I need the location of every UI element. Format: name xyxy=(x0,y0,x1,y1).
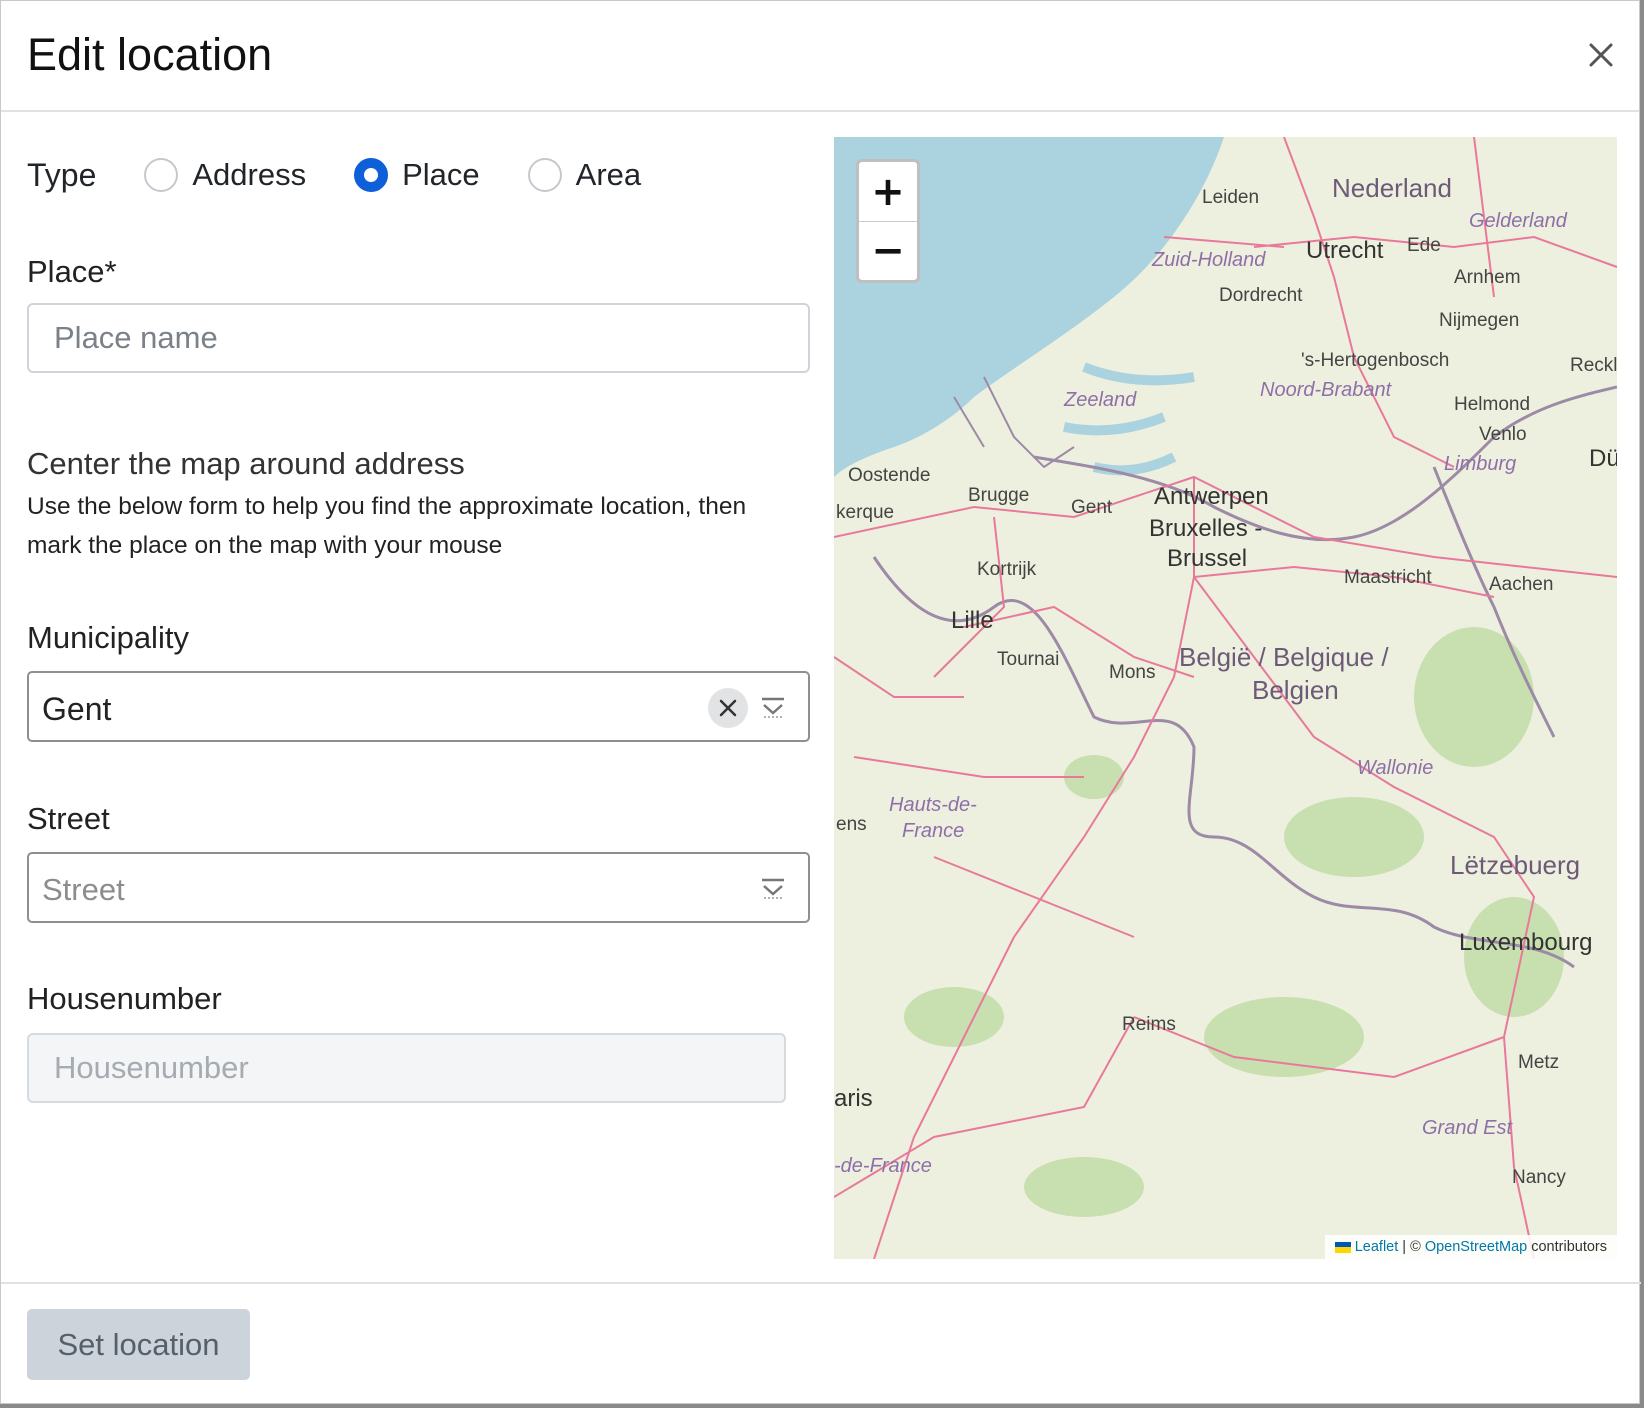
municipality-value: Gent xyxy=(42,691,112,727)
map-label-noord-brabant: Noord-Brabant xyxy=(1260,379,1392,401)
map-label-bruxelles: Bruxelles - xyxy=(1149,515,1263,542)
clear-municipality-button[interactable] xyxy=(708,688,748,728)
map-label-kerque: kerque xyxy=(836,502,895,523)
chevron-down-icon[interactable] xyxy=(760,876,786,902)
type-option-area[interactable]: Area xyxy=(527,157,642,193)
map-label-nijmegen: Nijmegen xyxy=(1439,310,1520,331)
map-label-oostende: Oostende xyxy=(848,465,931,486)
modal-title: Edit location xyxy=(27,29,273,80)
address-radio[interactable] xyxy=(144,158,179,192)
map-label-grand-est: Grand Est xyxy=(1422,1117,1513,1139)
map-label-antwerpen: Antwerpen xyxy=(1154,483,1269,510)
map-label-hauts-de: Hauts-de- xyxy=(889,794,977,816)
modal-header: Edit location xyxy=(1,1,1639,112)
place-radio-label: Place xyxy=(402,157,480,192)
map-label-maastricht: Maastricht xyxy=(1344,567,1432,588)
type-option-place[interactable]: Place xyxy=(354,157,480,193)
street-label: Street xyxy=(27,801,110,836)
map-label-ede: Ede xyxy=(1407,235,1441,256)
map-label-belgie: België / Belgique / xyxy=(1179,642,1389,672)
clear-icon xyxy=(719,699,737,717)
map-label-arnhem: Arnhem xyxy=(1454,267,1521,288)
map-label-du: Dü xyxy=(1589,445,1617,472)
map-label-reims: Reims xyxy=(1122,1014,1176,1035)
map-label-brugge: Brugge xyxy=(968,485,1030,506)
map-label-metz: Metz xyxy=(1518,1052,1560,1073)
type-selector: Type Address Place Area xyxy=(27,150,689,200)
map-label-de-france: -de-France xyxy=(834,1155,932,1177)
map-attribution: Leaflet | © OpenStreetMap contributors xyxy=(1324,1235,1617,1259)
map-label-brussel: Brussel xyxy=(1167,545,1248,572)
map-label-reckl: Reckl xyxy=(1570,355,1617,376)
street-select[interactable]: Street xyxy=(27,852,810,923)
leaflet-link[interactable]: Leaflet xyxy=(1355,1239,1399,1255)
municipality-select[interactable]: Gent xyxy=(27,671,810,742)
municipality-label: Municipality xyxy=(27,620,189,655)
map-label-ens: ens xyxy=(836,814,867,835)
housenumber-input[interactable] xyxy=(27,1033,786,1103)
zoom-control: + − xyxy=(856,159,920,283)
map-label-luxembourg: Luxembourg xyxy=(1459,929,1593,956)
map-label-gelderland: Gelderland xyxy=(1469,210,1567,232)
street-placeholder: Street xyxy=(42,872,125,907)
modal-footer: Set location xyxy=(1,1282,1641,1404)
map-label-limburg: Limburg xyxy=(1444,453,1517,475)
map-label-aris: aris xyxy=(834,1085,873,1112)
zoom-out-button[interactable]: − xyxy=(859,221,917,280)
address-radio-label: Address xyxy=(192,157,307,192)
map-label-zeeland: Zeeland xyxy=(1064,389,1137,411)
map-label-tournai: Tournai xyxy=(997,649,1060,670)
map-label-leiden: Leiden xyxy=(1202,187,1260,208)
close-icon xyxy=(1589,43,1613,67)
set-location-button[interactable]: Set location xyxy=(27,1309,250,1380)
attribution-contributors: contributors xyxy=(1527,1239,1607,1255)
map-label-wallonie: Wallonie xyxy=(1357,757,1434,779)
map-label-hertogenbosch: 's-Hertogenbosch xyxy=(1301,350,1450,371)
close-button[interactable] xyxy=(1581,35,1621,75)
attribution-separator: | © xyxy=(1398,1239,1425,1255)
chevron-down-icon[interactable] xyxy=(760,695,786,721)
map-label-france: France xyxy=(902,820,965,842)
place-radio[interactable] xyxy=(354,158,389,192)
map-label-dordrecht: Dordrecht xyxy=(1219,285,1303,306)
center-map-help: Use the below form to help you find the … xyxy=(27,487,807,565)
openstreetmap-link[interactable]: OpenStreetMap xyxy=(1425,1239,1527,1255)
type-label: Type xyxy=(27,156,97,193)
map-label-venlo: Venlo xyxy=(1479,424,1527,445)
edit-location-modal: Edit location Type Address Place Area Pl… xyxy=(0,0,1641,1404)
housenumber-label: Housenumber xyxy=(27,981,222,1016)
help-text-line-2: mark the place on the map with your mous… xyxy=(27,532,503,559)
map-label-gent: Gent xyxy=(1071,497,1113,518)
zoom-in-button[interactable]: + xyxy=(859,162,917,221)
map-label-nederland: Nederland xyxy=(1332,173,1452,203)
center-map-title: Center the map around address xyxy=(27,446,465,481)
map-label-kortrijk: Kortrijk xyxy=(977,559,1037,580)
modal-body: Type Address Place Area Place* Center th… xyxy=(1,112,1641,1282)
map-label-zuid-holland: Zuid-Holland xyxy=(1152,249,1266,271)
map[interactable]: Nederland Gelderland Leiden Zuid-Holland… xyxy=(834,137,1617,1259)
place-name-input[interactable] xyxy=(27,303,810,373)
area-radio-label: Area xyxy=(575,157,642,192)
map-label-helmond: Helmond xyxy=(1454,394,1531,415)
map-label-lille: Lille xyxy=(951,607,994,634)
type-option-address[interactable]: Address xyxy=(144,157,306,193)
map-label-mons: Mons xyxy=(1109,662,1156,683)
map-label-belgien: Belgien xyxy=(1252,675,1339,705)
help-text-line-1: Use the below form to help you find the … xyxy=(27,493,747,520)
map-label-nancy: Nancy xyxy=(1512,1167,1566,1188)
place-label: Place* xyxy=(27,254,117,289)
ukraine-flag-icon xyxy=(1334,1241,1351,1253)
map-label-letzebuerg: Lëtzebuerg xyxy=(1450,850,1581,880)
area-radio[interactable] xyxy=(527,158,562,192)
map-label-utrecht: Utrecht xyxy=(1306,237,1384,264)
map-label-aachen: Aachen xyxy=(1489,574,1554,595)
